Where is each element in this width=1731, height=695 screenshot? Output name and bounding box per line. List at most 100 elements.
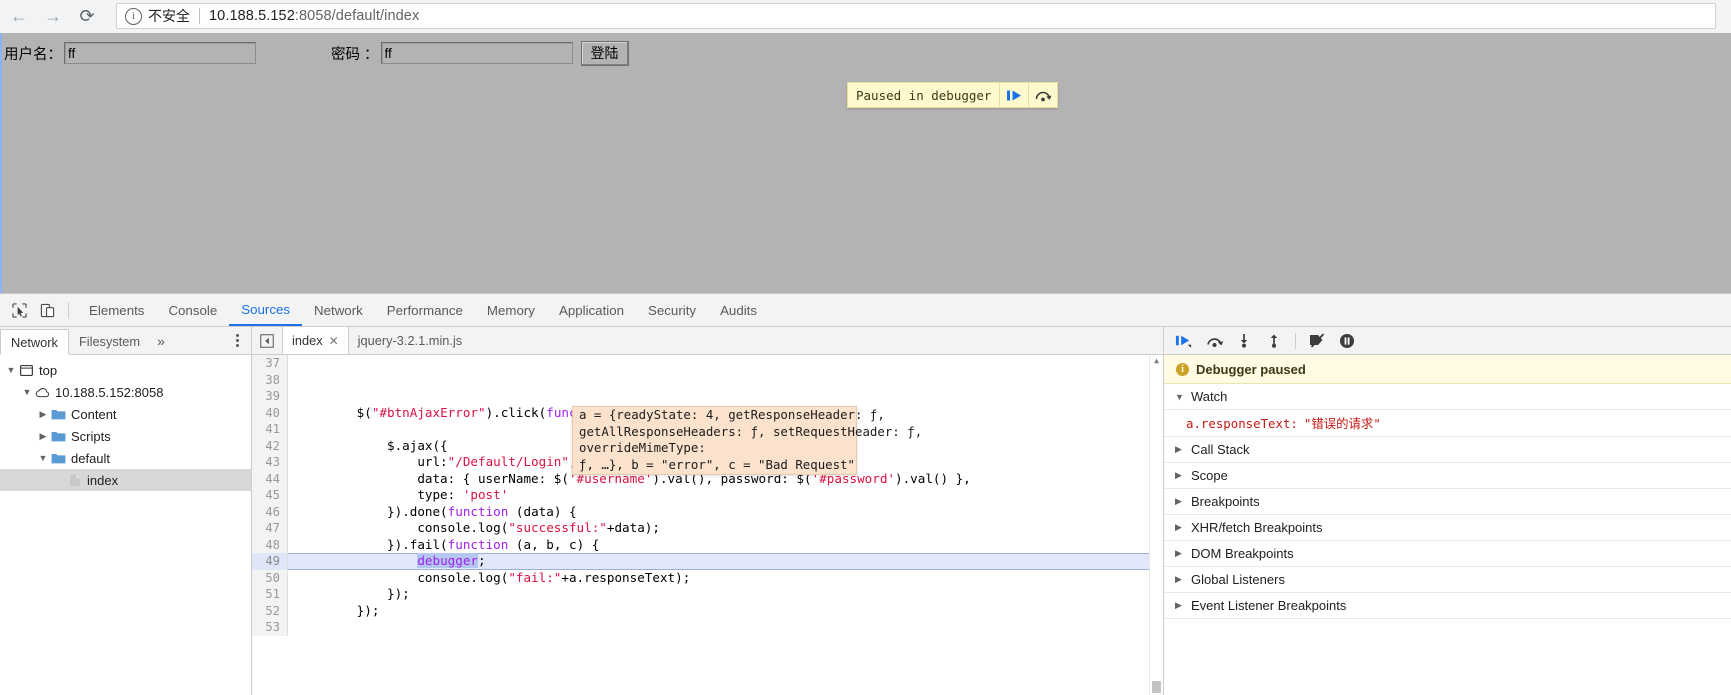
tree-item-host[interactable]: ▼ 10.188.5.152:8058 [0, 381, 251, 403]
code-scrollbar[interactable]: ▲ [1149, 355, 1163, 695]
step-out-icon [1270, 334, 1278, 348]
reload-icon[interactable]: ⟳ [72, 2, 102, 32]
frame-icon [18, 364, 35, 376]
resume-script-execution-button[interactable] [1170, 329, 1198, 353]
pause-on-exceptions-button[interactable] [1333, 329, 1361, 353]
watch-entry[interactable]: a.responseText: "错误的请求" [1164, 410, 1731, 437]
forward-icon[interactable]: → [38, 2, 68, 32]
section-watch[interactable]: ▼ Watch [1164, 384, 1731, 410]
twisty-icon[interactable]: ▼ [4, 365, 18, 375]
deactivate-breakpoints-icon [1309, 333, 1324, 348]
step-into-button[interactable] [1230, 329, 1258, 353]
toolbar-divider [68, 301, 69, 319]
chevron-right-icon: ▶ [1175, 444, 1182, 454]
step-over-icon [1036, 91, 1053, 101]
chevron-right-icon: ▶ [1175, 522, 1182, 532]
section-label: Breakpoints [1191, 494, 1260, 509]
tree-item-content[interactable]: ▶ Content [0, 403, 251, 425]
tab-sources[interactable]: Sources [229, 295, 303, 326]
navigator-tab-network[interactable]: Network [0, 329, 69, 355]
paused-in-debugger-banner: Paused in debugger [847, 82, 1059, 108]
toggle-device-toolbar-icon[interactable] [34, 298, 60, 322]
tab-security[interactable]: Security [636, 295, 708, 326]
section-scope[interactable]: ▶ Scope [1164, 463, 1731, 489]
deactivate-breakpoints-button[interactable] [1303, 329, 1331, 353]
folder-icon [50, 408, 67, 420]
chevron-right-icon: ▶ [1175, 600, 1182, 610]
line-text: debugger; [417, 553, 486, 568]
code-line: 51 }); [252, 586, 1163, 603]
line-number: 53 [252, 619, 288, 636]
line-text: }); [296, 602, 380, 618]
tree-item-label: index [87, 472, 119, 488]
login-button[interactable]: 登陆 [580, 40, 629, 66]
devtools-tabbar: Elements Console Sources Network Perform… [0, 294, 1731, 327]
password-label: 密码 ： [331, 46, 379, 63]
security-status-label: 不安全 [148, 8, 190, 24]
step-over-button[interactable] [1200, 329, 1228, 353]
line-text: type: 'post' [296, 487, 509, 502]
username-label: 用户名： [4, 46, 62, 63]
twisty-icon[interactable]: ▼ [20, 387, 34, 397]
address-bar[interactable]: i 不安全 10.188.5.152:8058/default/index [116, 3, 1716, 29]
tab-application[interactable]: Application [547, 295, 636, 326]
tree-item-top[interactable]: ▼ top [0, 359, 251, 381]
code-line: 46 }).done(function (data) { [252, 503, 1163, 520]
password-input[interactable] [380, 42, 573, 64]
cloud-icon [34, 387, 51, 398]
tree-item-scripts[interactable]: ▶ Scripts [0, 425, 251, 447]
username-input[interactable] [64, 42, 256, 64]
tab-elements[interactable]: Elements [77, 295, 156, 326]
code-viewer[interactable]: 37 38 39 40 $("#btnAjaxError").click(fun… [252, 355, 1163, 695]
navigator-more-tabs-icon[interactable]: » [150, 328, 172, 354]
file-tree: ▼ top ▼ 10.188.5.152:8058 ▶ Content ▶ Sc… [0, 355, 251, 695]
tooltip-line-4: ƒ, …}, b = "error", c = "Bad Request" [579, 456, 856, 472]
tab-performance[interactable]: Performance [375, 295, 475, 326]
tab-audits[interactable]: Audits [708, 295, 769, 326]
step-out-button[interactable] [1260, 329, 1288, 353]
browser-window: ← → ⟳ i 不安全 10.188.5.152:8058/default/in… [0, 0, 1731, 695]
editor-tab-index[interactable]: index ✕ [282, 327, 349, 354]
overlay-resume-button[interactable] [999, 83, 1028, 107]
code-line: 45 type: 'post' [252, 487, 1163, 504]
section-breakpoints[interactable]: ▶ Breakpoints [1164, 489, 1731, 515]
code-line: 37 [252, 355, 1163, 372]
code-line: 48 }).fail(function (a, b, c) { [252, 536, 1163, 553]
twisty-icon[interactable]: ▶ [36, 409, 50, 420]
line-text [288, 372, 1163, 389]
close-icon[interactable]: ✕ [329, 334, 339, 348]
tab-memory[interactable]: Memory [475, 295, 547, 326]
navigator-tab-filesystem[interactable]: Filesystem [69, 328, 150, 354]
twisty-icon[interactable]: ▼ [36, 453, 50, 463]
site-info-icon[interactable]: i [125, 7, 142, 25]
navigator-more-options-icon[interactable] [229, 331, 245, 349]
code-line-paused: 49 debugger; [252, 553, 1163, 570]
tab-network[interactable]: Network [302, 295, 375, 326]
line-text: }); [296, 586, 410, 601]
toggle-navigator-icon[interactable] [252, 327, 282, 354]
section-global-listeners[interactable]: ▶ Global Listeners [1164, 567, 1731, 593]
twisty-icon[interactable]: ▶ [36, 431, 50, 442]
paused-in-debugger-text: Paused in debugger [856, 87, 992, 103]
code-line: 52 }); [252, 602, 1163, 619]
section-event-listener-breakpoints[interactable]: ▶ Event Listener Breakpoints [1164, 593, 1731, 619]
tab-console[interactable]: Console [156, 295, 229, 326]
device-frames-icon [40, 303, 54, 317]
section-call-stack[interactable]: ▶ Call Stack [1164, 437, 1731, 463]
variable-value-tooltip: a = {readyState: 4, getResponseHeader: ƒ… [572, 406, 922, 475]
url-path: :8058/default/index [294, 8, 420, 24]
overlay-step-over-button[interactable] [1028, 83, 1057, 107]
editor-tab-jquery[interactable]: jquery-3.2.1.min.js [349, 327, 472, 354]
scroll-up-arrow-icon[interactable]: ▲ [1150, 355, 1163, 368]
inspect-element-icon[interactable] [6, 298, 32, 322]
tree-item-default[interactable]: ▼ default [0, 447, 251, 469]
resume-icon [1175, 335, 1192, 348]
line-number: 48 [252, 536, 288, 553]
scrollbar-thumb[interactable] [1152, 681, 1161, 693]
step-into-icon [1240, 334, 1248, 348]
code-line: 47 console.log("successful:"+data); [252, 520, 1163, 537]
section-dom-breakpoints[interactable]: ▶ DOM Breakpoints [1164, 541, 1731, 567]
tree-item-index[interactable]: index [0, 469, 251, 491]
back-icon[interactable]: ← [4, 2, 34, 32]
section-xhr-fetch-breakpoints[interactable]: ▶ XHR/fetch Breakpoints [1164, 515, 1731, 541]
